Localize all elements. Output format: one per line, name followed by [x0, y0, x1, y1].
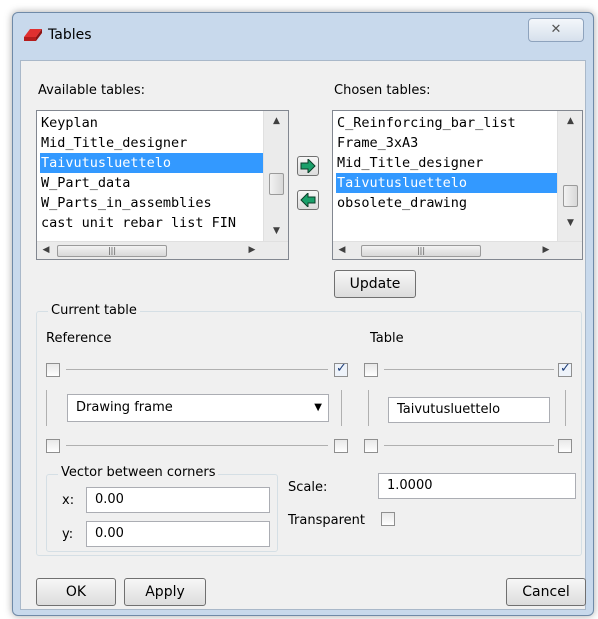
- chevron-down-icon[interactable]: ▼: [314, 395, 322, 421]
- list-item[interactable]: W_Parts_in_assemblies: [40, 193, 263, 213]
- arrow-left-icon: [300, 191, 316, 209]
- table-bottom-right-checkbox[interactable]: [558, 439, 572, 453]
- hscroll-thumb[interactable]: |||: [361, 245, 481, 257]
- scroll-thumb[interactable]: [269, 173, 284, 195]
- reference-top-line: [66, 369, 328, 370]
- chosen-vscrollbar[interactable]: ▲ ▼: [557, 111, 582, 241]
- ok-button[interactable]: OK: [36, 578, 116, 606]
- scroll-up-icon[interactable]: ▲: [558, 113, 583, 129]
- scale-field[interactable]: 1.0000: [378, 473, 576, 499]
- reference-right-line: [341, 390, 342, 426]
- transparent-label: Transparent: [288, 513, 365, 528]
- x-label: x:: [62, 493, 75, 508]
- list-item[interactable]: Frame_3xA3: [336, 133, 559, 153]
- available-vscrollbar[interactable]: ▲ ▼: [263, 111, 288, 241]
- y-label: y:: [62, 527, 74, 542]
- scroll-thumb[interactable]: [563, 185, 578, 207]
- table-left-line: [368, 390, 369, 426]
- close-icon: ✕: [550, 22, 562, 37]
- table-top-right-checkbox[interactable]: [558, 361, 572, 377]
- table-bottom-left-checkbox[interactable]: [364, 439, 378, 453]
- table-top-line: [384, 369, 554, 370]
- hscroll-thumb[interactable]: |||: [57, 245, 167, 257]
- cancel-button[interactable]: Cancel: [506, 578, 586, 606]
- update-button[interactable]: Update: [334, 270, 416, 298]
- y-field[interactable]: 0.00: [86, 521, 270, 547]
- available-tables-list[interactable]: Keyplan Mid_Title_designer Taivutusluettel…: [36, 110, 289, 260]
- list-item[interactable]: W_Part_data: [40, 173, 263, 193]
- remove-table-button[interactable]: [297, 190, 319, 210]
- x-field[interactable]: 0.00: [86, 487, 270, 513]
- scroll-down-icon[interactable]: ▼: [558, 215, 583, 231]
- transparent-checkbox[interactable]: [381, 512, 395, 526]
- scroll-right-icon[interactable]: ▶: [245, 242, 259, 258]
- reference-top-left-checkbox[interactable]: [46, 363, 60, 377]
- reference-dropdown[interactable]: Drawing frame ▼: [67, 394, 329, 422]
- list-item[interactable]: obsolete_drawing: [336, 193, 559, 213]
- available-hscrollbar[interactable]: ◀ ||| ▶: [37, 241, 288, 259]
- close-button[interactable]: ✕: [528, 18, 584, 42]
- list-item[interactable]: Keyplan: [40, 113, 263, 133]
- table-top-left-checkbox[interactable]: [364, 363, 378, 377]
- list-item[interactable]: Mid_Title_designer: [40, 133, 263, 153]
- chosen-hscrollbar[interactable]: ◀ ||| ▶: [333, 241, 582, 259]
- title-bar[interactable]: [12, 12, 594, 58]
- add-table-button[interactable]: [297, 156, 319, 176]
- table-name-field[interactable]: Taivutusluettelo: [388, 397, 550, 423]
- app-icon: [24, 29, 42, 41]
- scroll-up-icon[interactable]: ▲: [264, 113, 289, 129]
- reference-bottom-line: [66, 445, 328, 446]
- scroll-left-icon[interactable]: ◀: [335, 242, 349, 258]
- reference-left-line: [46, 390, 47, 426]
- reference-top-right-checkbox[interactable]: [334, 361, 348, 377]
- scroll-down-icon[interactable]: ▼: [264, 223, 289, 239]
- current-table-label: Current table: [48, 303, 140, 318]
- reference-label: Reference: [46, 331, 112, 346]
- reference-bottom-left-checkbox[interactable]: [46, 439, 60, 453]
- available-tables-label: Available tables:: [38, 83, 146, 98]
- apply-button[interactable]: Apply: [124, 578, 206, 606]
- reference-value: Drawing frame: [76, 400, 173, 415]
- list-item[interactable]: cast unit rebar list FIN: [40, 213, 263, 233]
- list-item[interactable]: Taivutusluettelo: [40, 153, 263, 173]
- table-right-line: [565, 390, 566, 426]
- list-item[interactable]: Taivutusluettelo: [336, 173, 559, 193]
- table-label: Table: [370, 331, 404, 346]
- scale-label: Scale:: [288, 480, 328, 495]
- table-bottom-line: [384, 445, 554, 446]
- chosen-tables-label: Chosen tables:: [334, 83, 431, 98]
- chosen-tables-list[interactable]: C_Reinforcing_bar_list Frame_3xA3 Mid_Titl…: [332, 110, 583, 260]
- list-item[interactable]: Mid_Title_designer: [336, 153, 559, 173]
- scroll-left-icon[interactable]: ◀: [39, 242, 53, 258]
- list-item[interactable]: C_Reinforcing_bar_list: [336, 113, 559, 133]
- window-title: Tables: [48, 27, 92, 43]
- scroll-right-icon[interactable]: ▶: [539, 242, 553, 258]
- arrow-right-icon: [300, 157, 316, 175]
- reference-bottom-right-checkbox[interactable]: [334, 439, 348, 453]
- vector-group-label: Vector between corners: [58, 465, 219, 480]
